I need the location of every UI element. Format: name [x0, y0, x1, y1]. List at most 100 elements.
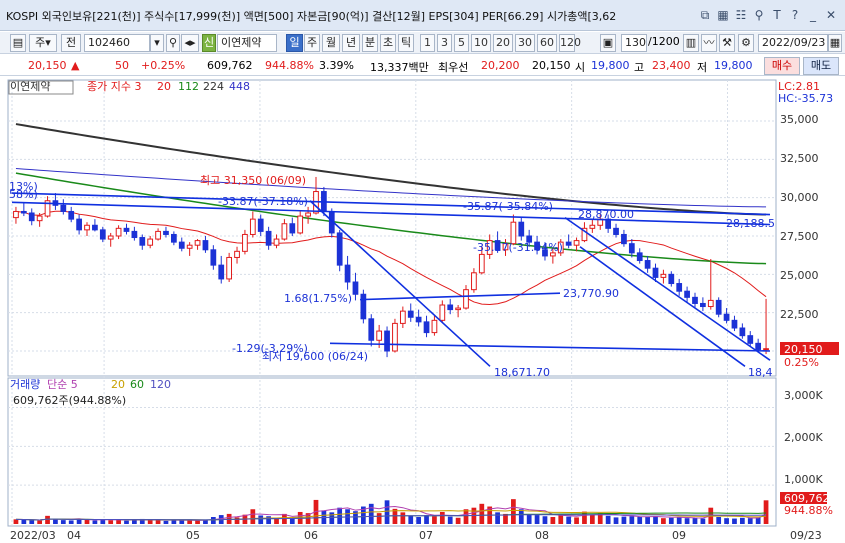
candle-body	[668, 273, 675, 285]
volume: 609,762	[207, 59, 253, 72]
calendar-icon[interactable]: ▦	[828, 34, 842, 52]
period-second-button[interactable]: 초	[380, 34, 396, 52]
code-type-label: 주	[35, 36, 46, 49]
period-day-button[interactable]: 일	[286, 34, 303, 52]
turnover: 3.39%	[319, 59, 354, 72]
x-label: 2022/03	[10, 529, 56, 542]
candle-body	[431, 319, 438, 334]
range-button[interactable]: 10	[471, 34, 491, 52]
candle-body	[155, 230, 161, 240]
annotation-4: 28,188.5	[726, 217, 775, 230]
tile-icon[interactable]: ☷	[733, 7, 749, 23]
buy-button[interactable]: 매수	[764, 57, 800, 75]
link-icon[interactable]: ⧉	[697, 7, 713, 23]
chart-area[interactable]: 이연제약 종가 지수 3 20 112 224 448 LC:2.81 HC:-…	[0, 78, 845, 543]
range-button[interactable]: 5	[454, 34, 469, 52]
candle-body	[234, 250, 240, 258]
x-label: 08	[535, 529, 549, 542]
close-icon[interactable]: ✕	[823, 7, 839, 23]
minimize-icon[interactable]: _	[805, 7, 821, 23]
count-total: /1200	[648, 35, 680, 48]
volume-bar	[668, 517, 674, 524]
settings-small-icon[interactable]: ▣	[600, 34, 616, 52]
period-minute-button[interactable]: 분	[362, 34, 378, 52]
annotation-12: 58%)	[9, 188, 38, 201]
date-input[interactable]: 2022/09/23	[758, 34, 828, 52]
range-button[interactable]: 60	[537, 34, 557, 52]
range-button[interactable]: 20	[493, 34, 513, 52]
period-month-button[interactable]: 월	[322, 34, 340, 52]
price-change-pct: +0.25%	[141, 59, 186, 72]
annotation-10: 18,4	[748, 366, 773, 379]
candle-body	[131, 230, 138, 239]
volume-bar	[589, 514, 595, 524]
range-button[interactable]: 1	[420, 34, 435, 52]
range-button[interactable]: 30	[515, 34, 535, 52]
volume-bar	[92, 520, 98, 524]
code-dropdown-icon[interactable]: ▾	[150, 34, 164, 52]
volume-bar	[495, 512, 500, 524]
vol-y-tick: 1,000K	[784, 473, 823, 486]
candle-body	[60, 204, 67, 212]
vol-current: 609,762주(944.88%)	[13, 394, 126, 407]
range-button[interactable]: 3	[437, 34, 452, 52]
candle-body	[407, 310, 414, 318]
volume-bar	[645, 516, 650, 524]
zoom-icon[interactable]: ⚲	[751, 7, 767, 23]
quote-bar: 20,150 ▲ 50 +0.25% 609,762 944.88% 3.39%…	[0, 55, 845, 76]
volume-bar	[210, 517, 216, 524]
best-label: 최우선	[438, 61, 469, 74]
vol-y-tick: 3,000K	[784, 389, 823, 402]
indicator-icon[interactable]: 〰	[701, 34, 717, 52]
gear-icon[interactable]: ⚙	[738, 34, 754, 52]
candle-body	[218, 264, 225, 280]
font-icon[interactable]: T	[769, 7, 785, 23]
volume-bar	[574, 517, 579, 524]
volume-bar	[108, 520, 114, 524]
price-panel[interactable]	[7, 79, 777, 377]
volume-bar	[684, 518, 690, 524]
annotation-3: 28,870.00	[578, 208, 634, 221]
candle-body	[763, 348, 769, 351]
period-tick-button[interactable]: 틱	[398, 34, 414, 52]
volume-bar	[37, 520, 43, 524]
candle-body	[613, 227, 619, 235]
candle-body	[707, 299, 714, 308]
volume-bar	[518, 509, 524, 524]
prev-next-icon[interactable]: ◂▸	[181, 34, 199, 52]
chart-type-icon[interactable]: ▥	[683, 34, 699, 52]
candle-body	[147, 238, 154, 246]
sell-button[interactable]: 매도	[803, 57, 839, 75]
candle-body	[368, 318, 375, 341]
period-week-button[interactable]: 주	[304, 34, 320, 52]
y-tick: 22,500	[780, 308, 819, 321]
legend-ma20: 20	[157, 80, 171, 93]
vol-legend-volume: 거래량	[10, 378, 40, 391]
volume-bar	[542, 516, 548, 524]
period-year-button[interactable]: 년	[342, 34, 360, 52]
count-input[interactable]: 130	[621, 34, 647, 52]
candle-body	[447, 304, 454, 311]
stock-code-input[interactable]: 102460	[84, 34, 150, 52]
open-label: 시	[575, 61, 586, 74]
candle-body	[257, 218, 264, 232]
x-label: 09	[672, 529, 686, 542]
candle-body	[463, 289, 469, 309]
candle-body	[123, 227, 130, 232]
volume-bar	[163, 520, 169, 524]
grid-icon[interactable]: ▦	[715, 7, 731, 23]
tools-icon[interactable]: ⚒	[719, 34, 735, 52]
candle-body	[115, 227, 122, 237]
volume-bar	[692, 517, 698, 524]
volume-ratio: 944.88%	[265, 59, 314, 72]
help-icon[interactable]: ?	[787, 7, 803, 23]
window-titlebar: KOSPI 외국인보유[221(천)] 주식수[17,999(천)] 액면[50…	[0, 0, 845, 31]
window-menu-icon[interactable]: ▤	[10, 34, 26, 52]
high-price: 23,400	[652, 59, 691, 72]
code-type-select[interactable]: 주▾	[29, 34, 57, 52]
candle-body	[178, 241, 185, 249]
range-button[interactable]: 120	[559, 34, 581, 52]
price-volume-chart[interactable]: 이연제약 종가 지수 3 20 112 224 448 LC:2.81 HC:-…	[0, 78, 845, 543]
search-icon[interactable]: ⚲	[166, 34, 180, 52]
market-select[interactable]: 전	[61, 34, 81, 52]
